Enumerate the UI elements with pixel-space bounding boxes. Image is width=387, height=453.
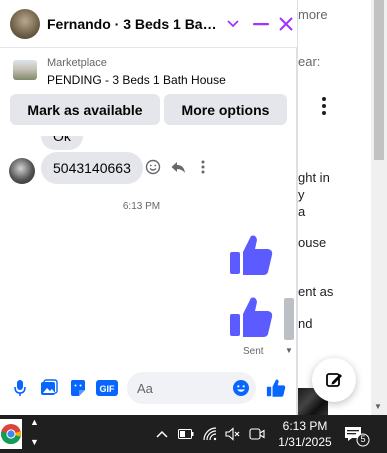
clock-date: 1/31/2025 — [278, 435, 332, 449]
volume-muted-icon[interactable] — [225, 427, 241, 441]
meet-now-icon[interactable] — [249, 427, 265, 441]
system-clock[interactable]: 6:13 PM 1/31/2025 — [272, 418, 338, 450]
message-more-icon[interactable] — [194, 158, 212, 176]
message-list[interactable]: Ok 5043140663 6:13 PM Sent ▼ — [0, 136, 297, 360]
chat-title[interactable]: Fernando · 3 Beds 1 Bath H… — [47, 16, 219, 32]
time-divider: 6:13 PM — [122, 201, 161, 212]
message-scrollbar[interactable]: ▼ — [283, 136, 295, 360]
chrome-icon[interactable] — [0, 419, 22, 449]
taskbar: ▲ ▼ 6:13 PM 1/31/2025 5 — [0, 415, 387, 453]
listing-thumbnail[interactable] — [13, 60, 37, 80]
scrollbar-thumb[interactable] — [284, 298, 294, 340]
clock-time: 6:13 PM — [282, 419, 328, 433]
bg-text-fragment: y — [298, 187, 305, 202]
listing-title[interactable]: PENDING - 3 Beds 1 Bath House — [47, 73, 226, 87]
message-composer: GIF — [0, 368, 297, 408]
bg-text-fragment: ear: — [298, 54, 321, 69]
page-scrollbar[interactable]: ▼ — [371, 0, 387, 415]
bg-text-fragment: nd — [298, 316, 313, 331]
bg-text-fragment: ght in — [298, 170, 330, 185]
bg-text-fragment: a — [298, 204, 306, 219]
bg-text-fragment: ent as — [298, 284, 334, 299]
minimize-icon[interactable] — [250, 13, 272, 35]
new-message-button[interactable] — [312, 358, 356, 402]
thumbs-up-icon[interactable] — [266, 378, 286, 398]
microphone-icon[interactable] — [10, 378, 30, 398]
sender-avatar[interactable] — [9, 158, 35, 184]
reply-icon[interactable] — [169, 158, 187, 176]
more-options-icon[interactable] — [320, 97, 328, 117]
thumbs-up-message[interactable] — [228, 232, 274, 278]
chevron-up-icon[interactable]: ▲ — [30, 417, 39, 427]
close-icon[interactable] — [275, 13, 297, 35]
scroll-down-icon[interactable]: ▼ — [285, 346, 293, 355]
scroll-down-icon[interactable]: ▼ — [374, 402, 382, 411]
marketplace-banner: Marketplace PENDING - 3 Beds 1 Bath Hous… — [5, 52, 292, 134]
incoming-message[interactable]: Ok — [41, 136, 83, 150]
sticker-icon[interactable] — [68, 378, 88, 398]
notification-center-icon[interactable]: 5 — [344, 425, 370, 447]
show-hidden-icons-icon[interactable] — [154, 427, 170, 441]
message-status: Sent — [243, 346, 264, 357]
thumbs-up-message[interactable] — [228, 294, 274, 340]
avatar[interactable] — [10, 8, 40, 39]
chat-window: Fernando · 3 Beds 1 Bath H… Marketplace … — [0, 0, 297, 415]
bg-text-fragment: ouse — [298, 235, 327, 250]
incoming-message[interactable]: 5043140663 — [41, 152, 143, 184]
more-options-button[interactable]: More options — [164, 94, 287, 125]
react-emoji-icon[interactable] — [144, 158, 162, 176]
notification-count: 5 — [360, 434, 366, 444]
battery-icon[interactable] — [178, 427, 194, 441]
bg-text-fragment: more — [298, 7, 328, 22]
marketplace-label: Marketplace — [47, 57, 107, 69]
compose-icon — [326, 373, 342, 387]
image-icon[interactable] — [39, 378, 59, 398]
chevron-down-icon[interactable]: ▼ — [30, 437, 39, 447]
gif-label: GIF — [100, 384, 116, 394]
chat-header[interactable]: Fernando · 3 Beds 1 Bath H… — [0, 0, 297, 48]
wifi-icon[interactable] — [202, 427, 218, 441]
scrollbar-thumb[interactable] — [374, 0, 384, 160]
gif-icon[interactable]: GIF — [96, 378, 118, 398]
emoji-icon[interactable] — [231, 378, 251, 398]
chevron-down-icon[interactable] — [222, 13, 244, 35]
mark-as-available-button[interactable]: Mark as available — [10, 94, 160, 125]
